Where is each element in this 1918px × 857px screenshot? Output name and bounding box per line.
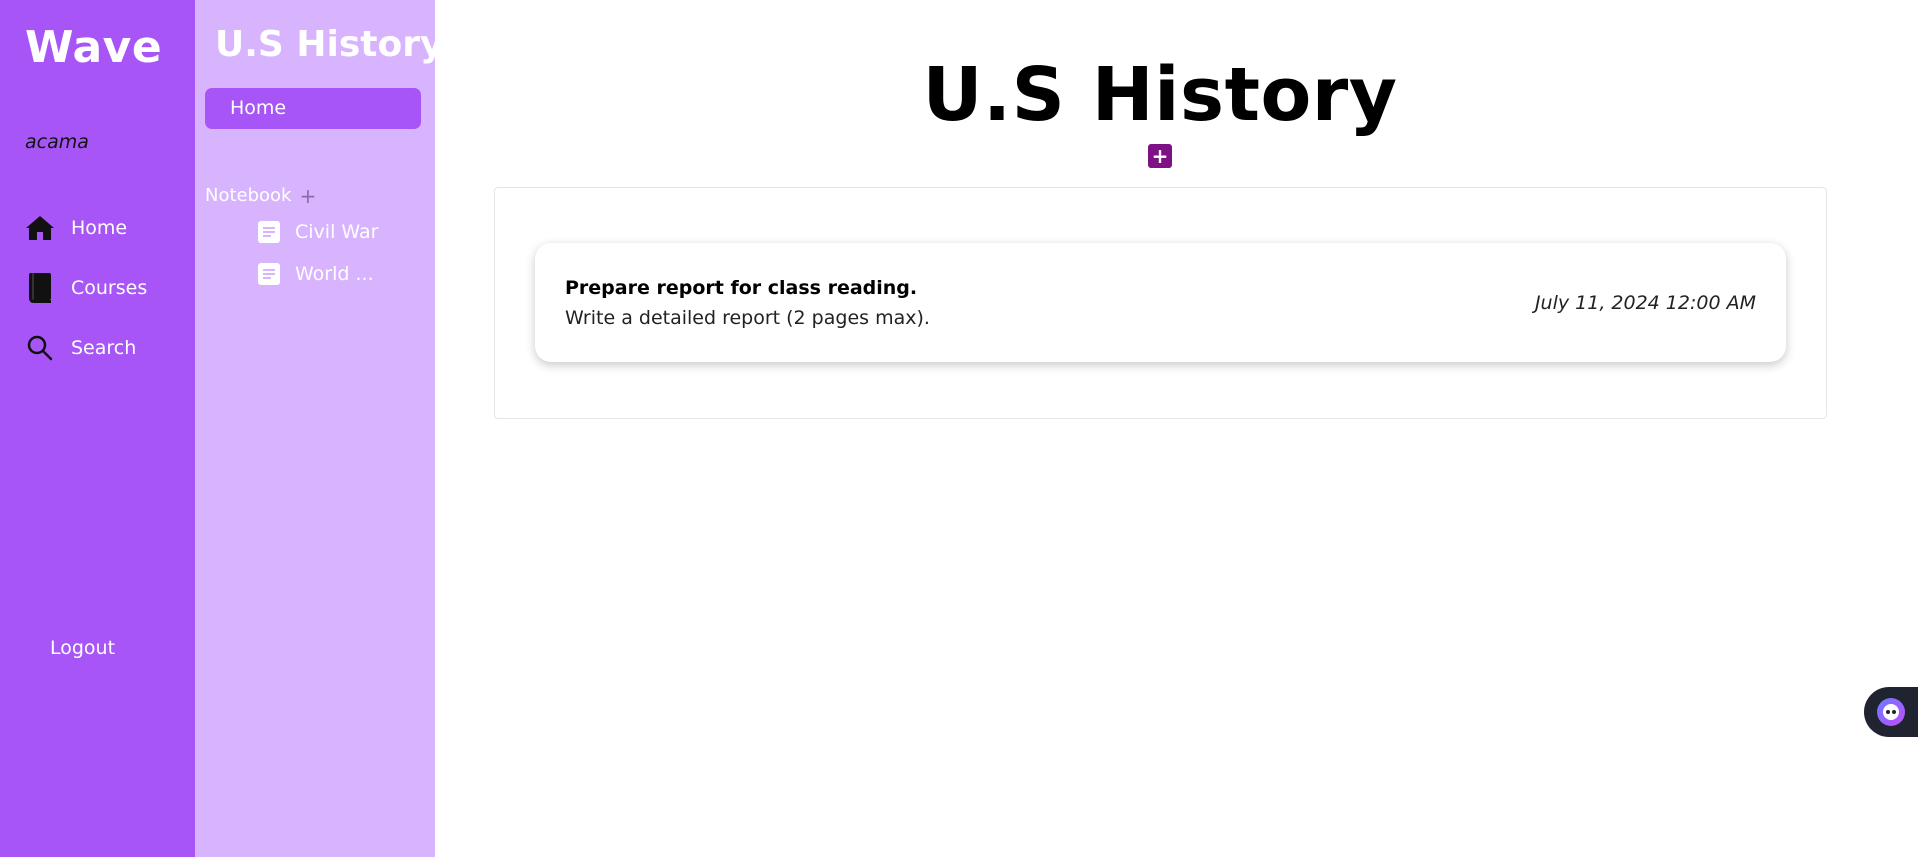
nav-label-courses: Courses [71, 277, 148, 299]
logout-button[interactable]: Logout [50, 637, 115, 659]
task-description: Write a detailed report (2 pages max). [565, 307, 930, 329]
primary-sidebar: Wave acama Home Courses Search Logout [0, 0, 195, 857]
note-label: World ... [295, 263, 374, 285]
document-icon [257, 262, 281, 286]
home-icon [25, 213, 55, 243]
course-title: U.S History [215, 24, 444, 65]
course-home-button[interactable]: Home [205, 88, 421, 129]
nav-item-home[interactable]: Home [25, 213, 127, 243]
notebook-label: Notebook [205, 185, 292, 206]
note-item-civil-war[interactable]: Civil War [257, 220, 378, 244]
task-due-date: July 11, 2024 12:00 AM [1534, 292, 1756, 314]
search-icon [25, 333, 55, 363]
nav-label-home: Home [71, 217, 128, 239]
task-card[interactable]: Prepare report for class reading. Write … [535, 243, 1786, 362]
assistant-face-icon [1877, 698, 1905, 726]
note-label: Civil War [295, 221, 379, 243]
app-root: Wave acama Home Courses Search Logout U.… [0, 0, 1918, 857]
assistant-widget-button[interactable] [1864, 687, 1918, 737]
document-icon [257, 220, 281, 244]
nav-item-search[interactable]: Search [25, 333, 136, 363]
book-icon [25, 273, 55, 303]
nav-item-courses[interactable]: Courses [25, 273, 147, 303]
task-title: Prepare report for class reading. [565, 277, 918, 299]
nav-label-search: Search [71, 337, 137, 359]
username: acama [25, 131, 89, 153]
notebook-section: Notebook + [205, 185, 316, 206]
brand-logo[interactable]: Wave [25, 22, 162, 73]
add-note-button[interactable]: + [299, 186, 316, 206]
page-title: U.S History [922, 52, 1398, 138]
add-task-button[interactable]: + [1148, 144, 1172, 168]
tasks-panel: Prepare report for class reading. Write … [494, 187, 1827, 419]
note-item-world[interactable]: World ... [257, 262, 374, 286]
course-sidebar: U.S History Home Notebook + Civil War Wo… [195, 0, 443, 857]
